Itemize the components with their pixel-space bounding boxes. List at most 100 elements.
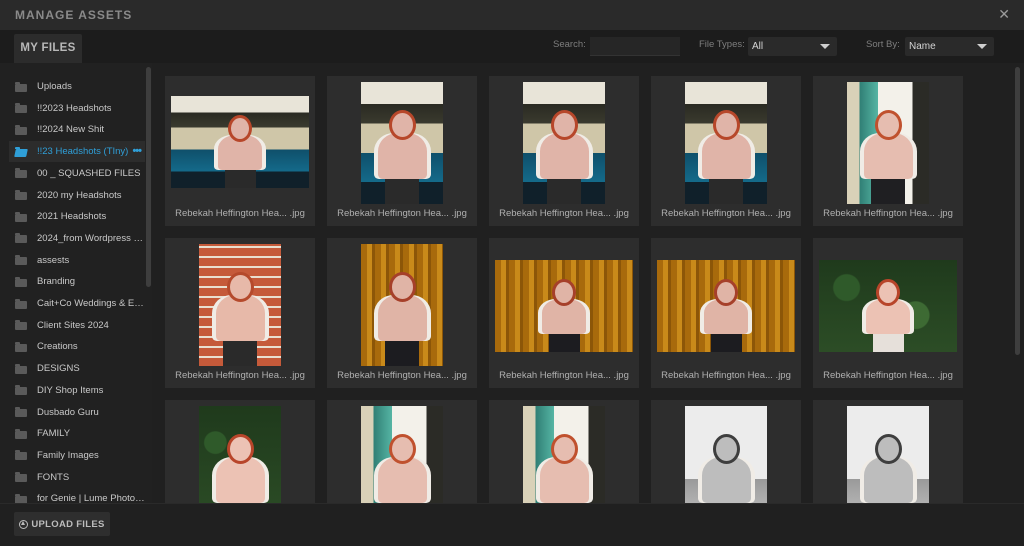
sidebar-folder-item[interactable]: Branding [9, 271, 145, 292]
sidebar-folder-item[interactable]: !!23 Headshots (TIny) ••• [9, 141, 145, 163]
photo-subject-legs [548, 332, 580, 352]
photo-subject [701, 457, 751, 503]
sidebar-folder-item[interactable]: FAMILY [9, 423, 145, 444]
sidebar-folder-item[interactable]: DESIGNS [9, 358, 145, 379]
folder-icon [15, 190, 27, 200]
sidebar-folder-item[interactable]: Uploads [9, 76, 145, 97]
folder-icon [15, 233, 27, 244]
folder-icon [15, 363, 27, 374]
folder-icon [15, 407, 27, 417]
sidebar-folder-item[interactable]: for Genie | Lume Photogra [9, 488, 145, 503]
file-types-select[interactable]: All [748, 37, 837, 56]
title-bar: MANAGE ASSETS ✕ [0, 0, 1024, 30]
file-card[interactable] [489, 400, 639, 503]
sidebar-folder-item[interactable]: Dusbado Guru [9, 402, 145, 423]
folder-name: Branding [37, 276, 76, 288]
folder-icon [15, 168, 27, 179]
file-card[interactable]: Rebekah Heffington Hea... .jpg [489, 76, 639, 226]
folder-icon [15, 341, 27, 352]
photo-subject-head [715, 437, 737, 461]
photo-subject [539, 133, 589, 179]
sidebar-folder-item[interactable]: Family Images [9, 445, 145, 466]
tab-my-files[interactable]: MY FILES [14, 34, 82, 63]
file-thumbnail [685, 82, 767, 204]
file-card[interactable] [165, 400, 315, 503]
toolbar: MY FILES Search: File Types: All Sort By… [0, 30, 1024, 63]
photo-subject [866, 299, 910, 334]
folder-icon [15, 385, 27, 396]
file-thumbnail [523, 82, 605, 204]
file-card[interactable]: Rebekah Heffington Hea... .jpg [165, 238, 315, 388]
sidebar-folder-item[interactable]: Cait+Co Weddings & Events [9, 293, 145, 314]
file-thumbnail [847, 406, 929, 503]
file-name: Rebekah Heffington Hea... .jpg [175, 208, 305, 219]
folder-name: 00 _ SQUASHED FILES [37, 167, 141, 179]
file-card[interactable] [813, 400, 963, 503]
sidebar-folder-item[interactable]: Client Sites 2024 [9, 315, 145, 336]
file-name: Rebekah Heffington Hea... .jpg [823, 208, 953, 219]
photo-subject-legs [224, 168, 256, 188]
upload-files-button[interactable]: UPLOAD FILES [14, 512, 110, 536]
grid-scrollbar[interactable] [1015, 67, 1020, 355]
file-card[interactable]: Rebekah Heffington Hea... .jpg [165, 76, 315, 226]
sidebar-folder-item[interactable]: !!2024 New Shit [9, 119, 145, 140]
file-card[interactable]: Rebekah Heffington Hea... .jpg [813, 238, 963, 388]
file-card[interactable]: Rebekah Heffington Hea... .jpg [489, 238, 639, 388]
file-thumbnail [657, 260, 795, 352]
sort-by-select[interactable]: Name [905, 37, 994, 56]
file-card[interactable]: Rebekah Heffington Hea... .jpg [651, 76, 801, 226]
sort-by-value: Name [909, 41, 936, 52]
sidebar-folder-item[interactable]: 00 _ SQUASHED FILES [9, 163, 145, 184]
photo-subject-head [877, 113, 899, 137]
upload-icon [19, 519, 29, 529]
folder-name: DESIGNS [37, 363, 80, 375]
sidebar-folder-item[interactable]: !!2023 Headshots [9, 98, 145, 119]
photo-subject-head [391, 113, 413, 137]
file-name: Rebekah Heffington Hea... .jpg [499, 370, 629, 381]
sidebar-folder-item[interactable]: assests [9, 250, 145, 271]
sidebar-folder-item[interactable]: DIY Shop Items [9, 380, 145, 401]
folder-icon [15, 255, 27, 266]
photo-subject [701, 133, 751, 179]
folder-name: Client Sites 2024 [37, 319, 109, 331]
sidebar-folder-item[interactable]: FONTS [9, 467, 145, 488]
sidebar-folder-item[interactable]: 2020 my Headshots [9, 185, 145, 206]
photo-subject-legs [710, 332, 742, 352]
file-thumbnail [847, 82, 929, 204]
file-thumbnail [495, 260, 633, 352]
file-thumbnail [819, 260, 957, 352]
sidebar-folder-item[interactable]: 2021 Headshots [9, 206, 145, 227]
sidebar-folder-item[interactable]: Creations [9, 336, 145, 357]
photo-subject [215, 457, 265, 503]
folder-icon [15, 211, 27, 222]
folder-name: 2020 my Headshots [37, 189, 122, 201]
file-thumbnail [523, 406, 605, 503]
sidebar-folder-item[interactable]: 2024_from Wordpress GC... [9, 228, 145, 249]
folder-name: FONTS [37, 471, 70, 483]
file-card[interactable] [327, 400, 477, 503]
file-card[interactable]: Rebekah Heffington Hea... .jpg [327, 76, 477, 226]
file-name: Rebekah Heffington Hea... .jpg [337, 370, 467, 381]
sidebar-scrollbar[interactable] [146, 67, 151, 287]
photo-subject-head [229, 437, 251, 461]
file-card[interactable]: Rebekah Heffington Hea... .jpg [651, 238, 801, 388]
folder-icon [15, 298, 27, 309]
photo-subject-head [391, 275, 413, 299]
search-input[interactable] [590, 37, 680, 56]
photo-subject-legs [384, 177, 419, 204]
file-card[interactable] [651, 400, 801, 503]
more-options-icon[interactable]: ••• [132, 145, 142, 157]
photo-subject-legs [546, 177, 581, 204]
folder-sidebar: Uploads !!2023 Headshots !!2024 New Shit!!… [0, 63, 152, 503]
file-card[interactable]: Rebekah Heffington Hea... .jpg [813, 76, 963, 226]
photo-subject [218, 135, 262, 170]
file-thumbnail [361, 406, 443, 503]
file-thumbnail [361, 244, 443, 366]
photo-subject [215, 295, 265, 341]
photo-subject-head [877, 437, 899, 461]
photo-subject-head [555, 282, 573, 303]
folder-icon [15, 450, 27, 461]
file-card[interactable]: Rebekah Heffington Hea... .jpg [327, 238, 477, 388]
photo-subject-legs [872, 332, 904, 352]
close-icon[interactable]: ✕ [998, 6, 1010, 23]
